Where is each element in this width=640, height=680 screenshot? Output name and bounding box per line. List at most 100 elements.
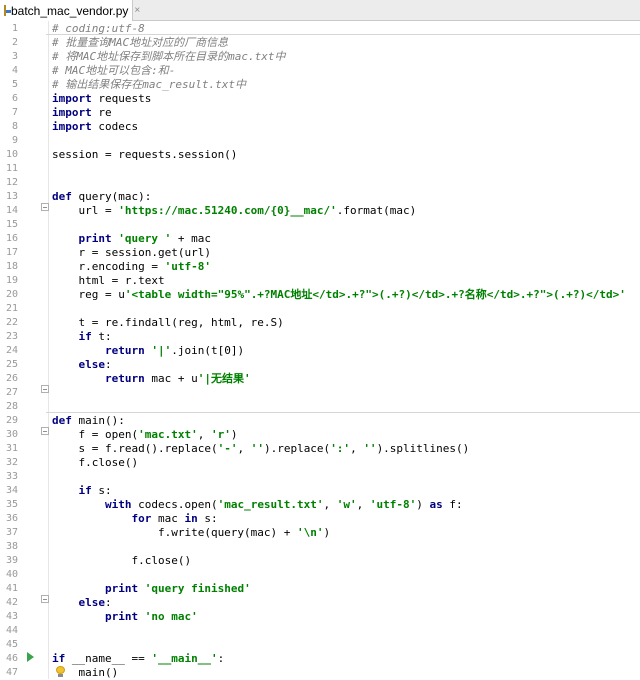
line-number: 30 — [5, 429, 18, 440]
code-editor[interactable]: 1 # coding:utf-8 2 # 批量查询MAC地址对应的厂商信息 3 # 将MA… — [0, 21, 640, 679]
code-text[interactable]: for mac in s: — [52, 512, 218, 526]
code-text[interactable]: if t: — [52, 330, 112, 344]
code-text[interactable]: def main(): — [52, 414, 125, 428]
string-token: 'utf-8' — [369, 498, 417, 511]
code-text[interactable]: print 'query finished' — [52, 582, 251, 596]
code-line: 5 # 输出结果保存在mac_result.txt中 — [0, 78, 640, 92]
line-number: 42 — [5, 597, 18, 608]
code-line: 26 return mac + u'|无结果' — [0, 372, 640, 386]
code-text[interactable]: session = requests.session() — [52, 148, 237, 162]
code-text[interactable]: def query(mac): — [52, 190, 151, 204]
code-line: 40 — [0, 568, 640, 582]
code-text[interactable]: import requests — [52, 92, 151, 106]
code-text[interactable]: f = open('mac.txt', 'r') — [52, 428, 237, 442]
string-token: 'query ' — [118, 232, 172, 245]
code-token: mac + u — [144, 372, 198, 385]
code-text[interactable]: html = r.text — [52, 274, 165, 288]
string-token: '|' — [151, 344, 172, 357]
string-token: 'https://mac.51240.com/{0}__mac/' — [118, 204, 337, 217]
code-text[interactable]: t = re.findall(reg, html, re.S) — [52, 316, 284, 330]
code-text[interactable]: print 'no mac' — [52, 610, 198, 624]
code-text[interactable]: f.write(query(mac) + '\n') — [52, 526, 330, 540]
code-text[interactable]: main() — [52, 666, 118, 680]
code-token: + mac — [171, 232, 211, 245]
code-line: 3 # 将MAC地址保存到脚本所在目录的mac.txt中 — [0, 50, 640, 64]
code-text[interactable]: # 将MAC地址保存到脚本所在目录的mac.txt中 — [52, 50, 285, 64]
code-token: ).splitlines() — [376, 442, 470, 455]
code-line: 38 — [0, 540, 640, 554]
code-text[interactable]: f.close() — [52, 456, 138, 470]
code-text[interactable]: # MAC地址可以包含:和- — [52, 64, 175, 78]
code-line: 19 html = r.text — [0, 274, 640, 288]
code-line: 10 session = requests.session() — [0, 148, 640, 162]
string-token: 'mac.txt' — [138, 428, 198, 441]
code-text[interactable]: reg = u'<table width="95%".+?MAC地址</td>.… — [52, 288, 626, 302]
code-line: 31 s = f.read().replace('-', '').replace… — [0, 442, 640, 456]
code-text[interactable]: # 批量查询MAC地址对应的厂商信息 — [52, 36, 228, 50]
code-line: 29 def main(): — [0, 414, 640, 428]
code-line: 8 import codecs — [0, 120, 640, 134]
string-token: 'no mac' — [144, 610, 198, 623]
code-line: 28 — [0, 400, 640, 414]
code-token: main(): — [71, 414, 125, 427]
code-text[interactable]: url = 'https://mac.51240.com/{0}__mac/'.… — [52, 204, 416, 218]
code-text[interactable]: s = f.read().replace('-', '').replace(':… — [52, 442, 469, 456]
code-text[interactable]: # 输出结果保存在mac_result.txt中 — [52, 78, 246, 92]
code-line: 36 for mac in s: — [0, 512, 640, 526]
code-text[interactable]: with codecs.open('mac_result.txt', 'w', … — [52, 498, 463, 512]
code-line: 2 # 批量查询MAC地址对应的厂商信息 — [0, 36, 640, 50]
close-icon[interactable]: × — [134, 5, 140, 16]
code-token: reg = u — [52, 288, 125, 301]
comment-token: # 批量查询MAC地址对应的厂商信息 — [52, 36, 229, 49]
code-text[interactable]: f.close() — [52, 554, 191, 568]
line-number: 44 — [5, 625, 18, 636]
code-text[interactable]: import re — [52, 106, 112, 120]
line-number: 46 — [5, 653, 18, 664]
string-token: '<table width="95%".+?MAC地址</td>.+?">(.+… — [124, 288, 626, 301]
string-token: '' — [250, 442, 264, 455]
code-text[interactable]: return '|'.join(t[0]) — [52, 344, 244, 358]
code-text[interactable]: r = session.get(url) — [52, 246, 211, 260]
code-text[interactable]: if __name__ == '__main__': — [52, 652, 224, 666]
line-number: 16 — [5, 233, 18, 244]
code-token: codecs.open( — [131, 498, 218, 511]
line-number: 33 — [5, 471, 18, 482]
code-text[interactable]: else: — [52, 596, 112, 610]
python-file-icon — [4, 5, 11, 16]
line-number: 43 — [5, 611, 18, 622]
code-token: s: — [197, 512, 218, 525]
code-line: 12 — [0, 176, 640, 190]
code-line: 27 — [0, 386, 640, 400]
code-line: 7 import re — [0, 106, 640, 120]
keyword-token: def — [52, 414, 72, 427]
comment-token: # 输出结果保存在mac_result.txt中 — [52, 78, 246, 91]
code-token: codecs — [91, 120, 139, 133]
code-token: r = session.get(url) — [52, 246, 211, 259]
line-number: 2 — [11, 37, 18, 48]
code-text[interactable]: r.encoding = 'utf-8' — [52, 260, 210, 274]
code-token: f.close() — [52, 554, 192, 567]
code-line: 30 f = open('mac.txt', 'r') — [0, 428, 640, 442]
code-line: 13 def query(mac): — [0, 190, 640, 204]
code-text[interactable]: if s: — [52, 484, 112, 498]
code-token: , — [356, 498, 370, 511]
code-text[interactable]: import codecs — [52, 120, 138, 134]
code-token: html = r.text — [52, 274, 165, 287]
line-number: 45 — [5, 639, 18, 650]
line-number: 38 — [5, 541, 18, 552]
line-number: 23 — [5, 331, 18, 342]
line-number: 3 — [11, 51, 18, 62]
code-text[interactable]: print 'query ' + mac — [52, 232, 211, 246]
code-line: 20 reg = u'<table width="95%".+?MAC地址</t… — [0, 288, 640, 302]
line-number: 37 — [5, 527, 18, 538]
code-text[interactable]: return mac + u'|无结果' — [52, 372, 251, 386]
code-text[interactable]: else: — [52, 358, 112, 372]
code-text[interactable]: # coding:utf-8 — [52, 22, 145, 36]
line-number: 4 — [11, 65, 18, 76]
code-line: 6 import requests — [0, 92, 640, 106]
line-number: 47 — [5, 667, 18, 678]
file-tab[interactable]: batch_mac_vendor.py × — [0, 0, 140, 21]
code-token: t = re.findall(reg, html, re.S) — [52, 316, 284, 329]
